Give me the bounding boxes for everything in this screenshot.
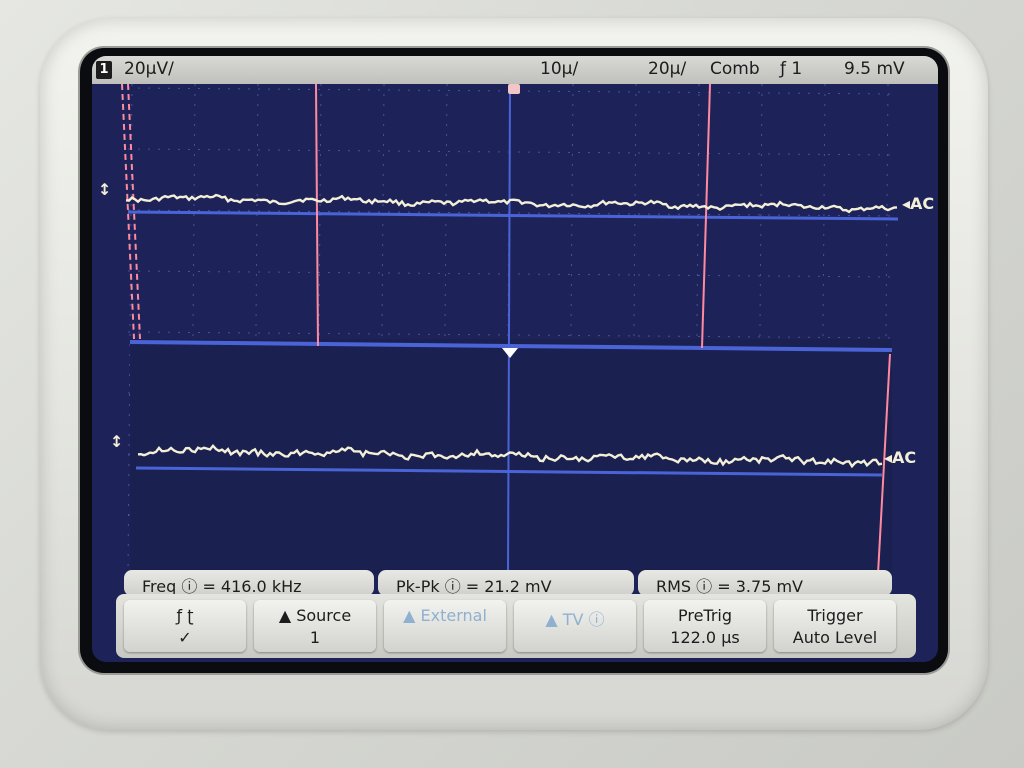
ground-marker-upper: ↕ xyxy=(98,180,112,199)
grid-hline xyxy=(127,331,899,339)
softkey-bar: ƒ ʈ ✓ ▲ Source 1 ▲ External ▲ TV ⓘ PreTr… xyxy=(116,594,916,658)
trigger-level: 9.5 mV xyxy=(844,59,905,79)
channel-badge: 1 xyxy=(96,61,112,79)
cursor-x1 xyxy=(315,84,319,347)
trigger-softkey[interactable]: Trigger Auto Level xyxy=(774,600,896,652)
ground-marker-lower: ↕ xyxy=(110,432,124,451)
tv-softkey[interactable]: ▲ TV ⓘ xyxy=(514,600,636,652)
time-scale-readout: 20µ/ xyxy=(648,59,687,79)
status-bar: 1 20µV/ 10µ/ 20µ/ Comb ƒ 1 9.5 mV xyxy=(92,56,938,84)
oscilloscope-screen: 1 20µV/ 10µ/ 20µ/ Comb ƒ 1 9.5 mV ↕ ◂AC … xyxy=(92,56,938,662)
grid-hline xyxy=(127,270,899,278)
pretrig-label: PreTrig xyxy=(677,606,733,625)
trigger-mode: Comb xyxy=(710,59,760,79)
upper-baseline xyxy=(127,210,899,221)
pretrig-softkey[interactable]: PreTrig 122.0 µs xyxy=(644,600,766,652)
freq-measurement: Freq ⓘ = 416.0 kHz xyxy=(124,570,374,596)
slope-softkey[interactable]: ƒ ʈ ✓ xyxy=(124,600,246,652)
pretrig-value: 122.0 µs xyxy=(670,628,740,647)
source-softkey[interactable]: ▲ Source 1 xyxy=(254,600,376,652)
trigger-level-marker-lower: ◂AC xyxy=(884,448,917,467)
slope-symbols: ƒ ʈ xyxy=(176,606,194,625)
waveform-display xyxy=(121,84,899,574)
source-label: ▲ Source xyxy=(278,606,352,625)
trigger-value: Auto Level xyxy=(792,628,878,647)
grid-hline xyxy=(127,148,899,156)
source-value: 1 xyxy=(309,628,321,647)
trigger-level-marker-upper: ◂AC xyxy=(902,194,935,213)
external-label: ▲ External xyxy=(403,606,487,625)
trigger-source: ƒ 1 xyxy=(780,59,803,79)
tv-label: ▲ TV ⓘ xyxy=(545,610,605,629)
timebase-readout: 10µ/ xyxy=(540,59,579,79)
external-softkey[interactable]: ▲ External xyxy=(384,600,506,652)
channel-scale: 20µV/ xyxy=(124,59,174,79)
pkpk-measurement: Pk-Pk ⓘ = 21.2 mV xyxy=(378,570,634,596)
rms-measurement: RMS ⓘ = 3.75 mV xyxy=(638,570,892,596)
channel-1-trace xyxy=(125,193,898,214)
trigger-position-marker xyxy=(508,84,520,94)
slope-check: ✓ xyxy=(178,628,192,647)
trigger-label: Trigger xyxy=(807,606,863,625)
